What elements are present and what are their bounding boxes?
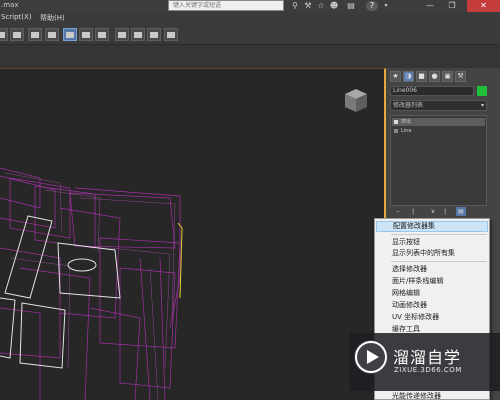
title-bar: .max ⚲ ⚒ ☆ ☻ ▤ ? ▾ — ❐ ✕ <box>0 0 500 12</box>
menu-bar: Script(X) 帮助(H) <box>0 12 500 24</box>
tool-icon <box>31 32 39 38</box>
tool-icon <box>150 32 158 38</box>
tool-button-8[interactable] <box>115 28 129 41</box>
pin-stack-icon[interactable]: – <box>393 207 403 216</box>
watermark-title: 溜溜自学 <box>393 348 462 367</box>
active-viewport-border <box>0 68 386 400</box>
modifier-list-label: 修改器列表 <box>393 102 424 109</box>
menu-item-mesh-editing[interactable]: 网格编辑 <box>376 288 488 299</box>
render-icon <box>98 32 106 38</box>
modifier-list-dropdown[interactable]: 修改器列表 ▾ <box>390 100 487 111</box>
main-toolbar <box>0 24 500 45</box>
expand-icon[interactable] <box>394 129 398 133</box>
tool-button-4[interactable] <box>45 28 59 41</box>
menu-item-radiosity-modifiers[interactable]: 光能传递修改器 <box>376 391 488 400</box>
tool-icon <box>118 32 126 38</box>
window-title: .max <box>1 1 19 9</box>
viewcube-icon[interactable] <box>342 86 370 114</box>
star-icon[interactable]: ☆ <box>316 1 326 11</box>
menu-separator <box>391 234 487 235</box>
render-production-button[interactable] <box>95 28 109 41</box>
make-unique-icon[interactable]: ∨ <box>428 207 438 216</box>
tool-icon <box>48 32 56 38</box>
menu-separator <box>391 261 487 262</box>
stack-item-line[interactable]: Line <box>392 127 485 135</box>
search-box[interactable] <box>168 0 284 11</box>
menu-item-uv-coordinate-modifiers[interactable]: UV 坐标修改器 <box>376 312 488 323</box>
tool-button-11[interactable] <box>164 28 178 41</box>
menu-item-selection-modifiers[interactable]: 选择修改器 <box>376 264 488 275</box>
chevron-down-icon: ▾ <box>480 102 484 109</box>
tool-button-2[interactable] <box>10 28 24 41</box>
modify-tab[interactable]: ◑ <box>403 71 414 82</box>
utilities-tab[interactable]: ⚒ <box>455 71 466 82</box>
maximize-button[interactable]: ❐ <box>442 0 462 12</box>
tool-icon <box>0 32 5 38</box>
search-input[interactable] <box>169 1 283 10</box>
object-name-field[interactable]: Line006 <box>390 86 474 96</box>
rendered-frame-button[interactable] <box>79 28 93 41</box>
stack-item-label: Line <box>401 128 412 134</box>
binoculars-icon[interactable]: ⚲ <box>290 1 300 11</box>
hierarchy-tab[interactable]: ■ <box>416 71 427 82</box>
render-setup-button[interactable] <box>63 28 77 41</box>
configure-sets-icon[interactable]: ▤ <box>456 207 466 216</box>
cart-icon[interactable]: ▤ <box>346 1 356 11</box>
menu-item-show-all-sets[interactable]: 显示列表中的所有集 <box>376 248 488 259</box>
display-tab[interactable]: ▣ <box>442 71 453 82</box>
bulb-icon[interactable] <box>394 120 398 124</box>
user-icon[interactable]: ☻ <box>329 1 339 11</box>
toolbar-strip <box>0 45 500 68</box>
motion-tab[interactable]: ● <box>429 71 440 82</box>
teapot-icon <box>167 32 175 38</box>
stack-item-label: 挤出 <box>401 119 412 125</box>
menu-item-configure-sets[interactable]: 配置修改器集 <box>376 221 488 232</box>
play-logo-icon <box>354 340 388 374</box>
menu-script[interactable]: Script(X) <box>1 13 32 21</box>
create-tab[interactable]: ★ <box>390 71 401 82</box>
tool-button-9[interactable] <box>131 28 145 41</box>
tool-button-10[interactable] <box>147 28 161 41</box>
frame-icon <box>82 32 90 38</box>
show-end-result-icon[interactable]: ❘ <box>408 207 418 216</box>
menu-item-show-buttons[interactable]: 显示按钮 <box>376 237 488 248</box>
modifier-stack[interactable]: 挤出 Line <box>390 115 487 206</box>
stack-item-extrude[interactable]: 挤出 <box>392 118 485 126</box>
tool-icon <box>134 32 142 38</box>
menu-item-animation-modifiers[interactable]: 动画修改器 <box>376 300 488 311</box>
menu-item-patch-spline-editing[interactable]: 面片/样条线编辑 <box>376 276 488 287</box>
help-icon[interactable]: ? <box>366 1 378 11</box>
stack-buttons: – ❘ ∨ ❘ ▤ <box>390 207 487 217</box>
wrench-icon[interactable]: ⚒ <box>303 1 313 11</box>
tool-icon <box>13 32 21 38</box>
tool-button-1[interactable] <box>0 28 8 41</box>
tool-button-3[interactable] <box>28 28 42 41</box>
teapot-icon <box>66 32 74 38</box>
object-color-swatch[interactable] <box>477 86 487 96</box>
minimize-button[interactable]: — <box>420 0 440 12</box>
menu-help[interactable]: 帮助(H) <box>40 13 65 23</box>
chevron-down-icon[interactable]: ▾ <box>381 1 391 11</box>
remove-modifier-icon[interactable]: ❘ <box>440 207 450 216</box>
close-button[interactable]: ✕ <box>467 0 500 12</box>
watermark-url: ZIXUE.3D66.COM <box>394 366 462 374</box>
